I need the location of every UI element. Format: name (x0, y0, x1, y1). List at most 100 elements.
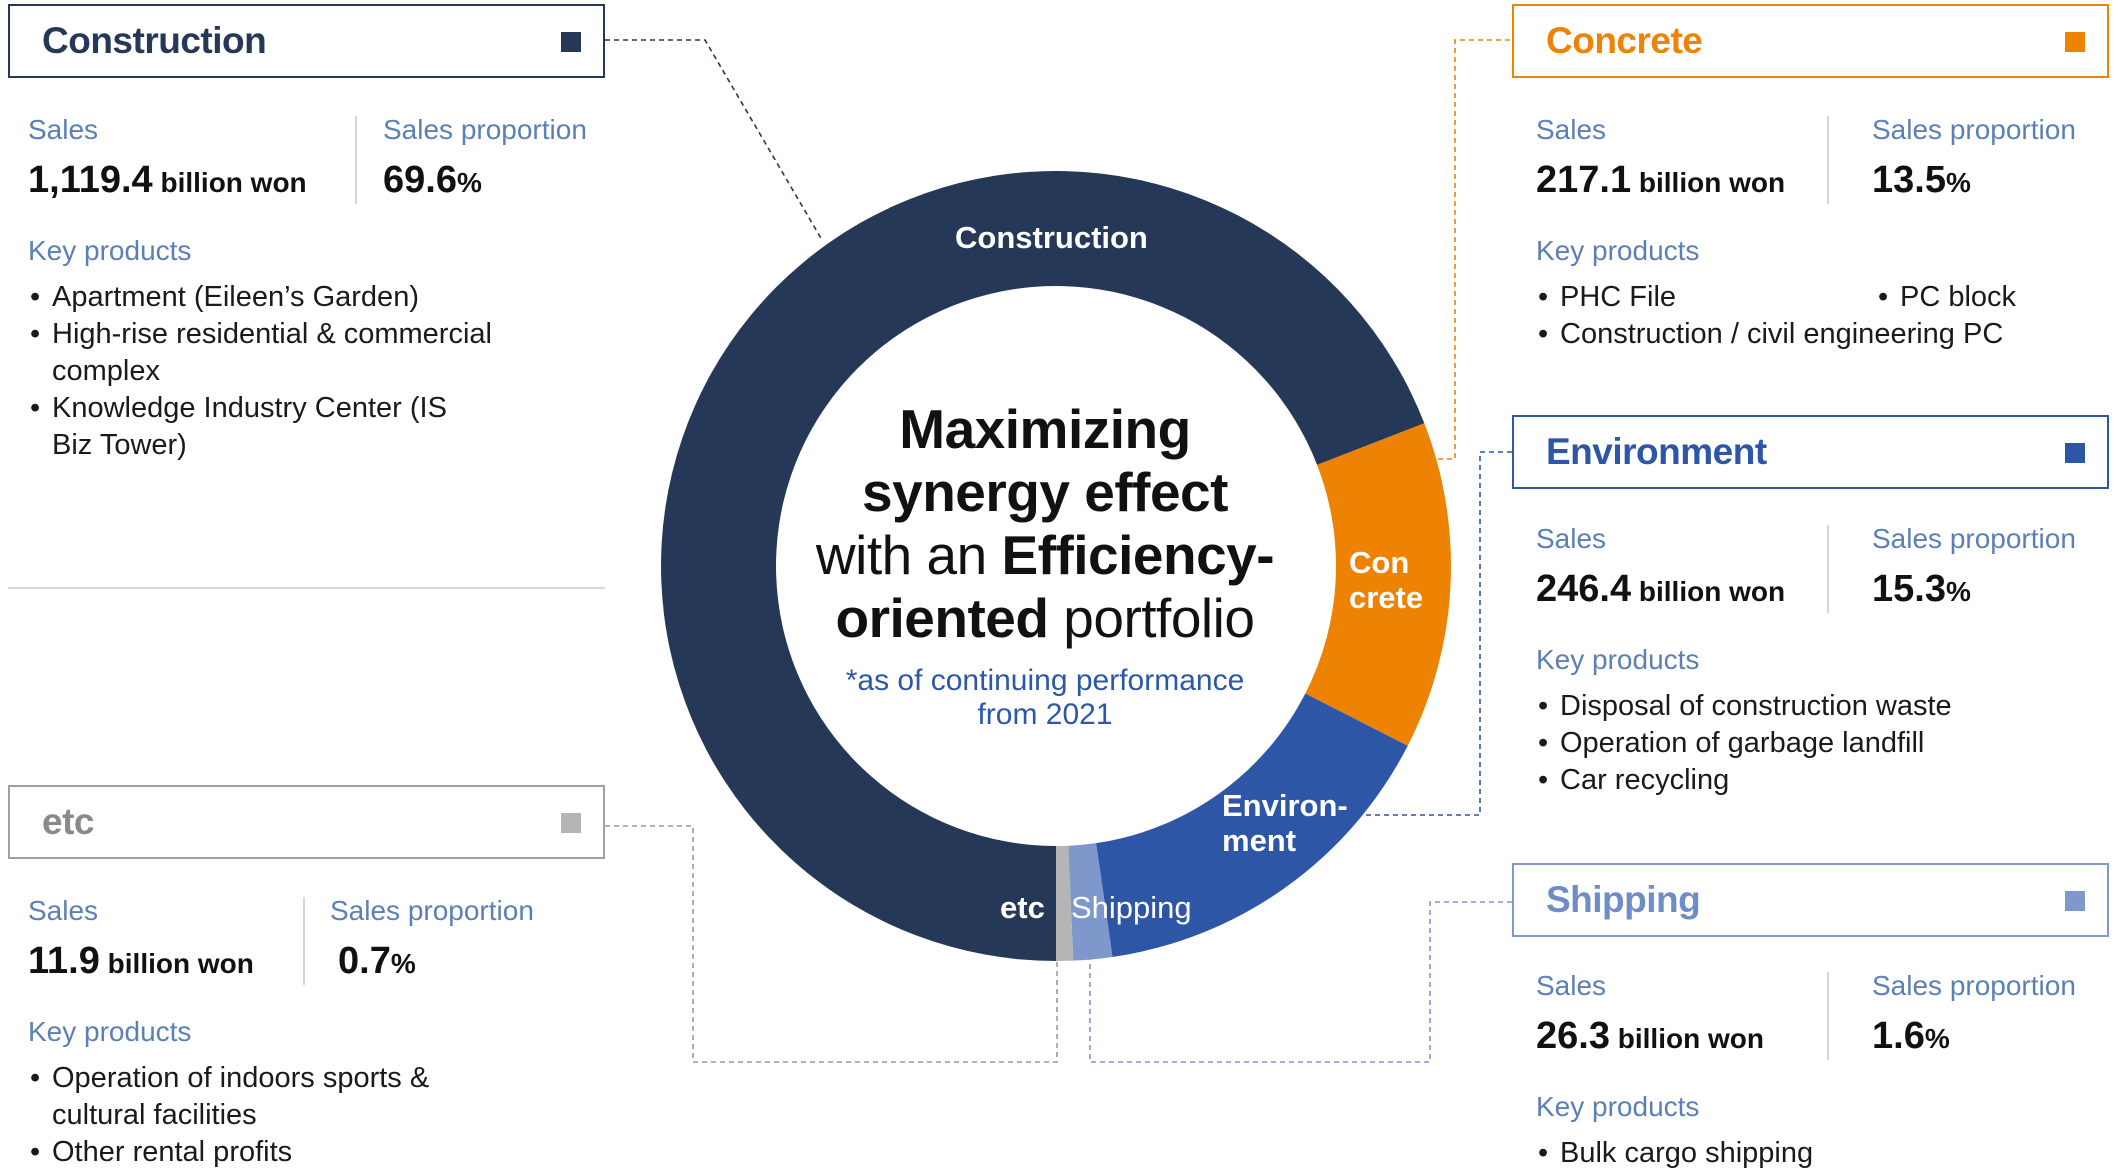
card-concrete-title: Concrete (1546, 20, 1703, 61)
concrete-proportion-number: 13.5 (1872, 159, 1946, 201)
environment-proportion-unit: % (1945, 576, 1971, 607)
shipping-proportion-value: 1.6% (1872, 1015, 1950, 1058)
connector-construction (605, 39, 823, 241)
etc-proportion-unit: % (390, 948, 416, 979)
segment-label-concrete-1: Con (1349, 545, 1410, 580)
card-etc-header: etc (8, 785, 605, 859)
center-title-line-4a: oriented (835, 587, 1049, 649)
construction-proportion-value: 69.6% (383, 159, 482, 202)
card-environment: Environment Sales 246.4 billion won Sale… (1512, 415, 2109, 815)
center-title-line-4b: portfolio (1048, 587, 1255, 649)
card-construction-title: Construction (42, 20, 267, 61)
legend-square-etc (561, 813, 581, 833)
list-item: Knowledge Industry Center (IS Biz Tower) (28, 390, 452, 464)
construction-key-products-label: Key products (28, 235, 192, 266)
center-title-line-3: with an Efficiency- (795, 524, 1295, 587)
segment-label-concrete-2: crete (1349, 580, 1424, 615)
environment-sales-label: Sales (1536, 523, 1607, 554)
segment-label-construction: Construction (955, 220, 1148, 255)
environment-proportion-number: 15.3 (1872, 568, 1946, 610)
left-column-divider (8, 587, 605, 589)
legend-square-concrete (2065, 32, 2085, 52)
center-note-line-2: from 2021 (977, 698, 1113, 731)
card-environment-title: Environment (1546, 431, 1767, 472)
shipping-sales-value: 26.3 billion won (1536, 1015, 1764, 1058)
center-title-line-3b: Efficiency- (1001, 524, 1275, 586)
list-item: Car recycling (1536, 762, 2056, 799)
shipping-divider (1827, 972, 1829, 1060)
construction-sales-value: 1,119.4 billion won (28, 159, 307, 202)
etc-divider (303, 897, 305, 985)
concrete-sales-number: 217.1 (1536, 159, 1632, 201)
legend-square-construction (561, 32, 581, 52)
environment-divider (1827, 525, 1829, 613)
environment-products-list: Disposal of construction waste Operation… (1536, 688, 2056, 799)
list-item: Disposal of construction waste (1536, 688, 2056, 725)
list-item: Other rental profits (28, 1134, 468, 1171)
list-item: High-rise residential & commercial compl… (28, 316, 548, 390)
etc-proportion-value: 0.7% (338, 940, 416, 983)
shipping-products-list: Bulk cargo shipping (1536, 1135, 2056, 1172)
list-item: Apartment (Eileen’s Garden) (28, 279, 548, 316)
environment-proportion-value: 15.3% (1872, 568, 1971, 611)
etc-sales-label: Sales (28, 895, 99, 926)
legend-square-shipping (2065, 891, 2085, 911)
construction-proportion-unit: % (456, 167, 482, 198)
construction-proportion-label: Sales proportion (383, 114, 587, 145)
environment-proportion-label: Sales proportion (1872, 523, 2076, 554)
center-title-line-1: Maximizing (899, 398, 1191, 460)
list-item: Bulk cargo shipping (1536, 1135, 2056, 1172)
concrete-proportion-unit: % (1945, 167, 1971, 198)
card-concrete: Concrete Sales 217.1 billion won Sales p… (1512, 4, 2109, 404)
shipping-proportion-number: 1.6 (1872, 1015, 1925, 1057)
construction-sales-number: 1,119.4 (28, 159, 153, 201)
card-environment-header: Environment (1512, 415, 2109, 489)
shipping-sales-label: Sales (1536, 970, 1607, 1001)
card-shipping-header: Shipping (1512, 863, 2109, 937)
list-item: PC block (1876, 279, 2016, 316)
list-item: Operation of garbage landfill (1536, 725, 2056, 762)
environment-sales-number: 246.4 (1536, 568, 1632, 610)
shipping-sales-number: 26.3 (1536, 1015, 1610, 1057)
card-construction-header: Construction (8, 4, 605, 78)
card-etc-title: etc (42, 801, 94, 842)
center-note-line-1: *as of continuing performance (845, 664, 1245, 697)
concrete-key-products-label: Key products (1536, 235, 1700, 266)
center-title-line-2: synergy effect (862, 461, 1228, 523)
etc-sales-value: 11.9 billion won (28, 940, 254, 983)
segment-label-environment-2: ment (1222, 823, 1297, 858)
center-title-line-4: oriented portfolio (795, 587, 1295, 650)
list-item: PHC File (1536, 279, 1876, 316)
card-shipping: Shipping Sales 26.3 billion won Sales pr… (1512, 863, 2109, 1172)
shipping-sales-unit: billion won (1609, 1023, 1764, 1054)
shipping-proportion-unit: % (1924, 1023, 1950, 1054)
environment-sales-value: 246.4 billion won (1536, 568, 1785, 611)
card-construction: Construction Sales 1,119.4 billion won S… (8, 4, 605, 564)
list-item: Operation of indoors sports & cultural f… (28, 1060, 468, 1134)
donut-center-text: Maximizing synergy effect with an Effici… (795, 398, 1295, 732)
etc-proportion-label: Sales proportion (330, 895, 534, 926)
etc-sales-unit: billion won (99, 948, 254, 979)
environment-key-products-label: Key products (1536, 644, 1700, 675)
concrete-sales-unit: billion won (1631, 167, 1786, 198)
card-etc: etc Sales 11.9 billion won Sales proport… (8, 785, 605, 1171)
shipping-key-products-label: Key products (1536, 1091, 1700, 1122)
etc-sales-number: 11.9 (28, 940, 100, 982)
segment-label-shipping: Shipping (1071, 890, 1192, 925)
etc-products-list: Operation of indoors sports & cultural f… (28, 1060, 468, 1171)
etc-proportion-number: 0.7 (338, 940, 391, 982)
concrete-sales-value: 217.1 billion won (1536, 159, 1785, 202)
legend-square-environment (2065, 443, 2085, 463)
construction-divider (355, 116, 357, 204)
construction-proportion-number: 69.6 (383, 159, 457, 201)
concrete-divider (1827, 116, 1829, 204)
card-shipping-title: Shipping (1546, 879, 1701, 920)
shipping-proportion-label: Sales proportion (1872, 970, 2076, 1001)
construction-products-list: Apartment (Eileen’s Garden) High-rise re… (28, 279, 548, 464)
concrete-products-list: PHC FilePC block Construction / civil en… (1536, 279, 2056, 353)
etc-key-products-label: Key products (28, 1016, 192, 1047)
concrete-sales-label: Sales (1536, 114, 1607, 145)
list-item: Construction / civil engineering PC (1536, 316, 2030, 353)
environment-sales-unit: billion won (1631, 576, 1786, 607)
concrete-proportion-value: 13.5% (1872, 159, 1971, 202)
